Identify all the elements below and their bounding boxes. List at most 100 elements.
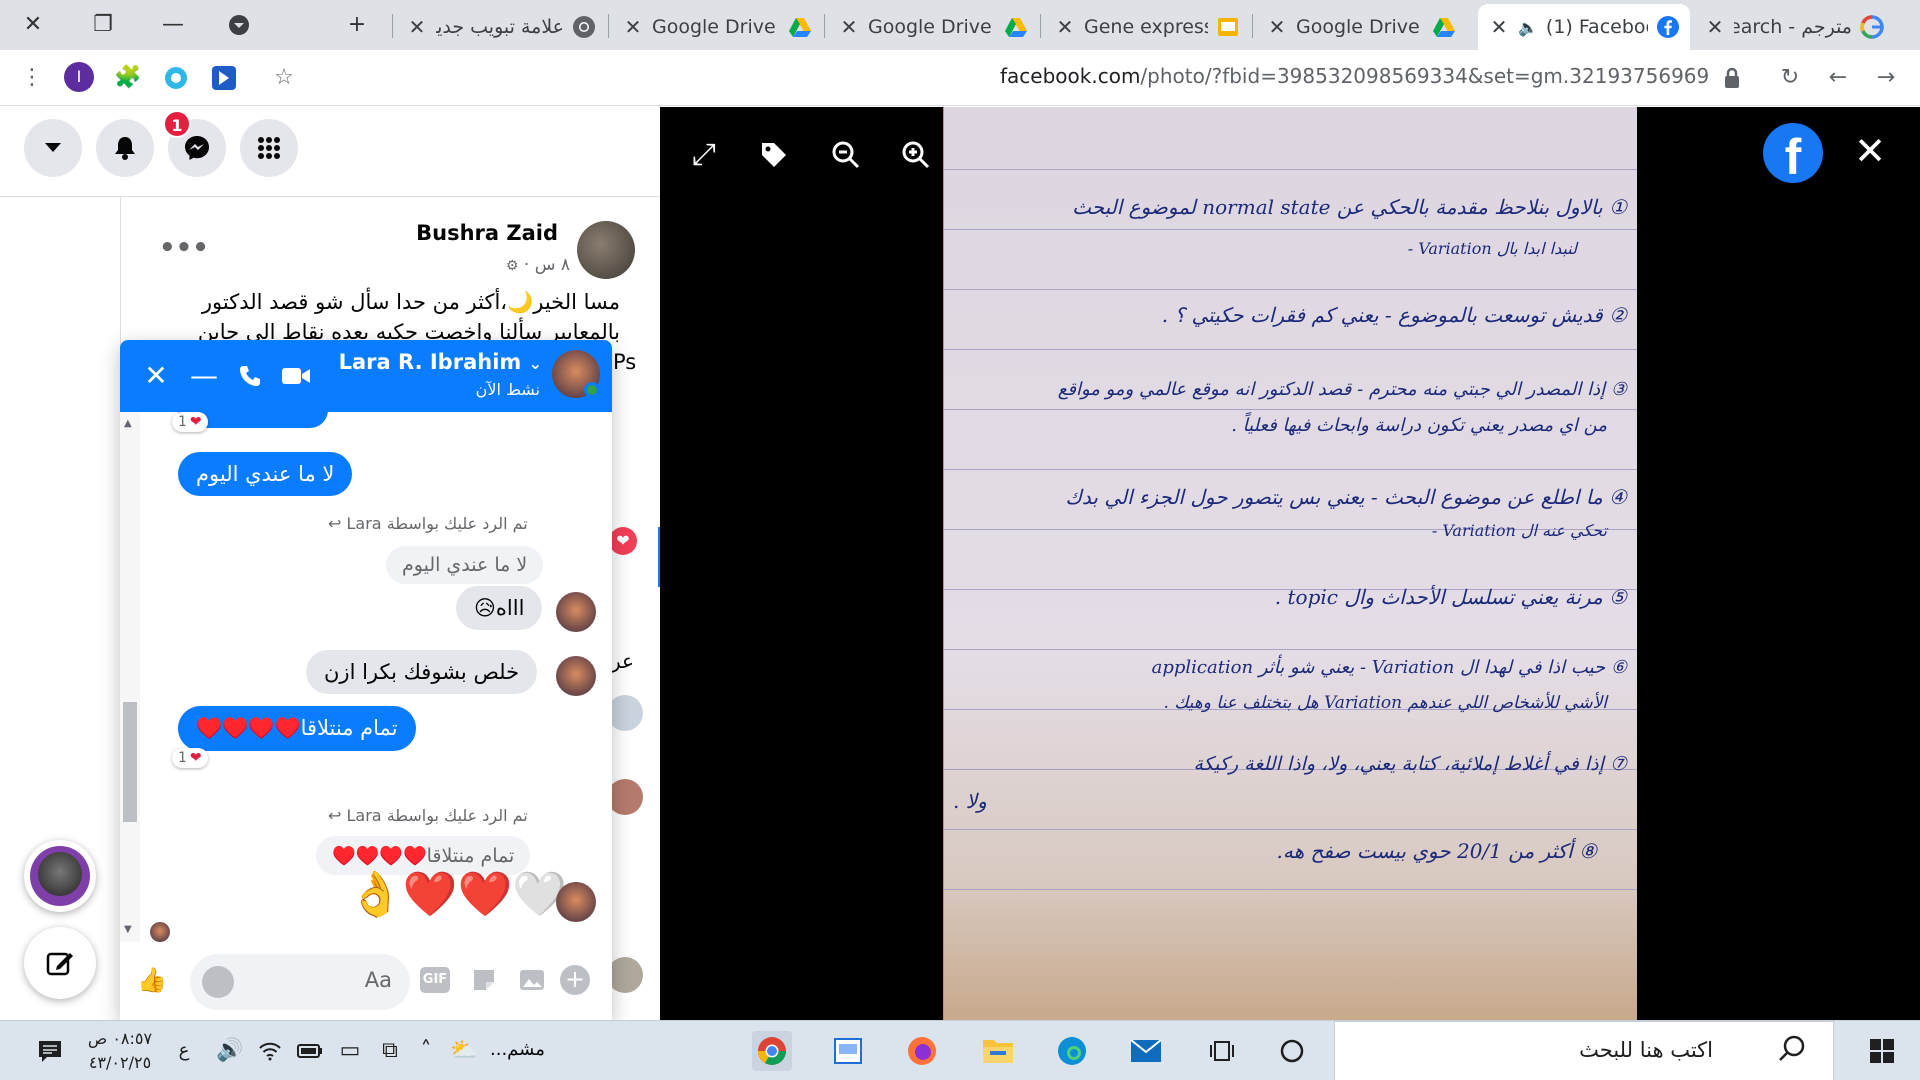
presentation-app-icon[interactable] (828, 1031, 868, 1071)
wifi-icon[interactable] (250, 1031, 290, 1071)
video-call-icon[interactable] (278, 358, 314, 394)
tab-gene-expression[interactable]: ✕ Gene expression (1044, 4, 1250, 50)
chat-scrollbar[interactable]: ▲ ▼ (120, 412, 140, 942)
minimize-window-icon[interactable]: — (156, 8, 190, 42)
tab-google-drive-2[interactable]: ✕ Google Drive (828, 4, 1038, 50)
contact-avatar-small[interactable] (556, 592, 596, 632)
profile-avatar[interactable]: I (64, 62, 96, 94)
contact-avatar-small[interactable] (556, 882, 596, 922)
commenter-avatar[interactable] (607, 779, 643, 815)
emoji-message[interactable]: 👌❤️❤️🤍 (348, 870, 567, 920)
post-timestamp[interactable]: ٨ س · ⚙ (506, 255, 570, 275)
input-language[interactable]: ع (164, 1031, 204, 1071)
volume-icon[interactable]: 🔊 (210, 1031, 250, 1071)
post-author-name[interactable]: Bushra Zaid (416, 221, 558, 245)
tab-search-icon[interactable] (222, 8, 256, 42)
file-explorer-icon[interactable] (978, 1031, 1018, 1071)
weather-label[interactable]: مشم... (490, 1039, 545, 1060)
author-avatar[interactable] (577, 221, 635, 279)
lock-icon[interactable] (1716, 62, 1748, 94)
heart-reaction-icon[interactable]: ❤ (609, 527, 637, 555)
address-bar[interactable]: facebook.com/photo/?fbid=398532098569334… (1000, 64, 1710, 88)
message-reaction[interactable]: 1 ❤ (172, 412, 208, 432)
close-tab-icon[interactable]: ✕ (838, 15, 860, 39)
edge-icon[interactable] (1052, 1031, 1092, 1071)
new-message-button[interactable] (24, 927, 96, 999)
message-reaction[interactable]: 1 ❤ (172, 748, 208, 768)
windows-start-icon[interactable] (1862, 1031, 1902, 1071)
gif-icon[interactable]: GIF (420, 962, 456, 998)
close-window-icon[interactable]: ✕ (16, 8, 50, 42)
menu-kebab-icon[interactable]: ⋮ (16, 62, 48, 94)
message-input[interactable]: Aa (190, 954, 410, 1010)
scrollbar-thumb[interactable] (123, 702, 137, 822)
contact-name[interactable]: ⌄ Lara R. Ibrahim (339, 350, 542, 374)
tag-icon[interactable] (754, 135, 794, 175)
close-tab-icon[interactable]: ✕ (622, 15, 644, 39)
zoom-in-icon[interactable] (896, 135, 936, 175)
tab-google-drive-1[interactable]: ✕ Google Drive (612, 4, 822, 50)
back-icon[interactable]: ← (1822, 62, 1854, 94)
taskbar-search[interactable]: اكتب هنا للبحث (1334, 1021, 1834, 1080)
close-viewer-icon[interactable]: ✕ (1848, 129, 1892, 173)
cortana-icon[interactable] (1272, 1031, 1312, 1071)
restore-window-icon[interactable]: ❐ (86, 8, 120, 42)
show-hidden-icons-chevron[interactable]: ˄ (406, 1031, 446, 1071)
audio-playing-icon[interactable]: 🔈 (1518, 18, 1538, 37)
close-tab-icon[interactable]: ✕ (406, 15, 428, 39)
extension-media-icon[interactable] (208, 62, 240, 94)
extension-swirl-icon[interactable] (160, 62, 192, 94)
notifications-button[interactable] (96, 119, 154, 177)
bookmark-star-icon[interactable]: ☆ (268, 62, 300, 94)
new-tab-icon[interactable]: + (340, 8, 374, 42)
contact-avatar-small[interactable] (556, 656, 596, 696)
notifications-center-icon[interactable] (30, 1031, 70, 1071)
extensions-icon[interactable]: 🧩 (112, 62, 144, 94)
mail-icon[interactable] (1126, 1031, 1166, 1071)
forward-icon[interactable]: → (1870, 62, 1902, 94)
close-tab-icon[interactable]: ✕ (1054, 15, 1076, 39)
chrome-taskbar-icon[interactable] (752, 1031, 792, 1071)
fullscreen-icon[interactable]: ⤢ (684, 135, 724, 175)
apps-menu-button[interactable] (240, 119, 298, 177)
meet-now-icon[interactable]: ⧉ (370, 1031, 410, 1071)
tab-google-drive-3[interactable]: ✕ Google Drive (1256, 4, 1466, 50)
close-chat-icon[interactable]: ✕ (138, 358, 174, 394)
screen-capture-icon[interactable]: ▭ (330, 1031, 370, 1071)
scroll-down-arrow-icon[interactable]: ▼ (124, 924, 132, 935)
system-clock[interactable]: ٠٨:٥٧ ص ٤٣/٠٢/٢٥ (80, 1027, 160, 1075)
close-tab-icon[interactable]: ✕ (1704, 15, 1726, 39)
firefox-icon[interactable] (902, 1031, 942, 1071)
close-tab-icon[interactable]: ✕ (1266, 15, 1288, 39)
chat-head-avatar[interactable] (24, 840, 96, 912)
battery-icon[interactable] (290, 1031, 330, 1071)
scroll-up-arrow-icon[interactable]: ▲ (124, 418, 132, 429)
voice-call-icon[interactable] (232, 358, 268, 394)
account-menu-button[interactable] (24, 119, 82, 177)
quoted-message[interactable]: لا ما عندي اليوم (386, 546, 544, 584)
tab-new-tab[interactable]: ✕ علامة تبويب جديدة (396, 4, 606, 50)
emoji-picker-icon[interactable] (202, 966, 234, 998)
weather-icon[interactable]: ⛅ (444, 1031, 484, 1071)
message-outgoing[interactable]: لا ما عندي اليوم (178, 452, 353, 496)
zoom-out-icon[interactable] (826, 135, 866, 175)
more-actions-icon[interactable]: + (560, 962, 596, 998)
reload-icon[interactable]: ↻ (1774, 62, 1806, 94)
post-options-icon[interactable]: ••• (159, 233, 209, 263)
message-outgoing[interactable]: تمام منتلاقا♥️♥️♥️♥️ (178, 706, 416, 751)
note-line: لنبدا ابدا بال Variation - (1407, 239, 1577, 258)
close-tab-icon[interactable]: ✕ (1488, 15, 1510, 39)
like-thumb-icon[interactable]: 👍 (134, 962, 170, 998)
minimize-chat-icon[interactable]: — (186, 358, 222, 394)
message-incoming[interactable]: خلص بشوفك بكرا ازن (306, 650, 538, 694)
handwritten-note-photo[interactable]: ① بالاول بنلاحظ مقدمة بالحكي عن normal s… (943, 107, 1637, 1020)
tab-facebook[interactable]: ✕ 🔈 (1) Facebook (1478, 4, 1690, 50)
facebook-logo[interactable]: f (1763, 123, 1823, 185)
message-incoming[interactable]: اااه😥 (456, 586, 543, 630)
commenter-avatar[interactable] (607, 695, 643, 731)
tab-translate-search[interactable]: ✕ مترجم - Search (1694, 4, 1894, 50)
sticker-icon[interactable] (466, 962, 502, 998)
commenter-avatar[interactable] (607, 957, 643, 993)
photo-attach-icon[interactable] (514, 962, 550, 998)
task-view-icon[interactable] (1202, 1031, 1242, 1071)
